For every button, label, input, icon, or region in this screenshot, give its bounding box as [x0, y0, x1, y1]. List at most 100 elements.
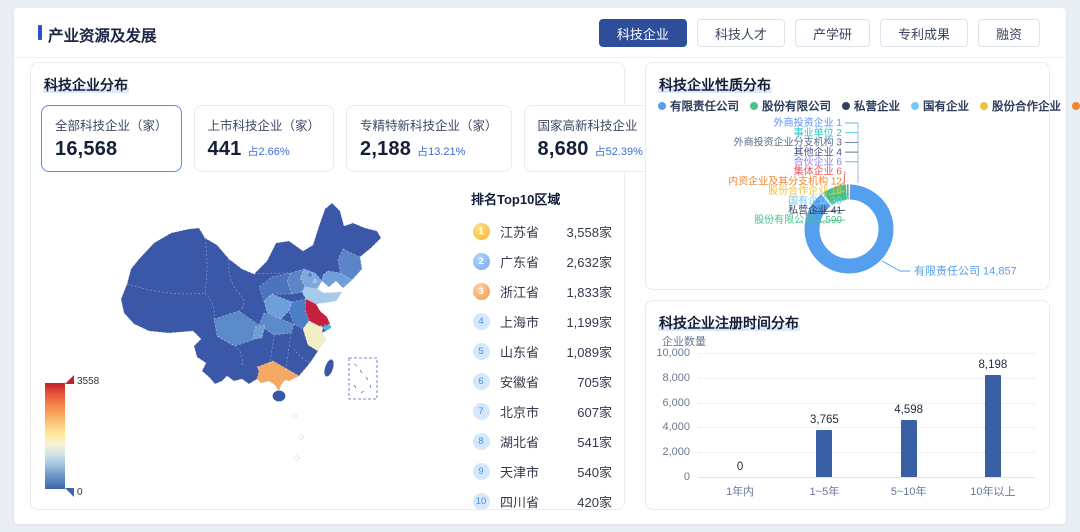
- rank-region-value: 3,558家: [566, 222, 612, 241]
- bar-10年以上: [985, 375, 1001, 477]
- rank-medal-icon: 9: [471, 463, 491, 480]
- x-tick-label-1~5年: 1~5年: [782, 483, 866, 499]
- x-axis-line: [698, 477, 1035, 478]
- y-tick-label: 8,000: [646, 372, 690, 384]
- bar-value-label: 0: [698, 461, 782, 473]
- rank-row-山东省: 5 山东省 1,089家: [471, 336, 612, 366]
- legend-item-有限责任公司[interactable]: 有限责任公司: [658, 98, 739, 114]
- legend-item-内[interactable]: 内: [1072, 98, 1080, 114]
- bar-1~5年: [816, 430, 832, 477]
- tab-专利成果[interactable]: 专利成果: [880, 19, 968, 47]
- rank-region-value: 1,199家: [566, 312, 612, 331]
- rank-medal-icon: 2: [471, 253, 491, 270]
- map-mainland: [121, 203, 381, 391]
- rank-region-value: 607家: [577, 402, 612, 421]
- x-tick-label-5~10年: 5~10年: [867, 483, 951, 499]
- rank-row-天津市: 9 天津市 540家: [471, 456, 612, 486]
- rank-medal-icon: 4: [471, 313, 491, 330]
- donut-label-有限责任公司: 有限责任公司 14,857: [914, 264, 1017, 278]
- rank-row-广东省: 2广东省2,632家: [471, 246, 612, 276]
- rank-row-上海市: 4 上海市 1,199家: [471, 306, 612, 336]
- stat-value: 16,568: [55, 138, 117, 161]
- rank-region-value: 540家: [577, 462, 612, 481]
- bar-5~10年: [901, 420, 917, 477]
- stat-percent: 占52.39%: [595, 143, 643, 159]
- stat-cards: 全部科技企业（家）16,568上市科技企业（家）441占2.66%专精特新科技企…: [41, 105, 614, 172]
- rank-medal-icon: 7: [471, 403, 491, 420]
- rank-region-value: 541家: [577, 432, 612, 451]
- legend-item-私营企业[interactable]: 私营企业: [842, 98, 900, 114]
- stat-value: 441: [208, 138, 242, 161]
- map-island-dots: [292, 414, 303, 460]
- legend-item-国有企业[interactable]: 国有企业: [911, 98, 969, 114]
- scale-max-label: 3558: [77, 376, 99, 387]
- map-region-tianjin: [313, 279, 317, 283]
- legend-dot-icon: [658, 102, 666, 110]
- rank-region-name: 湖北省: [500, 432, 539, 451]
- nature-card: 科技企业性质分布 有限责任公司股份有限公司私营企业国有企业股份合作企业内◀1/3…: [645, 62, 1050, 290]
- donut-label-股份有限公司: 股份有限公司 1,590: [754, 213, 842, 226]
- rank-region-name: 江苏省: [500, 222, 539, 241]
- rank-region-name: 天津市: [500, 462, 539, 481]
- stat-label: 专精特新科技企业（家）: [360, 115, 498, 134]
- rank-region-name: 山东省: [500, 342, 539, 361]
- gridline: [698, 353, 1035, 354]
- stat-percent: 占13.21%: [417, 143, 465, 159]
- distribution-card: 科技企业分布 全部科技企业（家）16,568上市科技企业（家）441占2.66%…: [30, 62, 625, 510]
- legend-item-股份合作企业[interactable]: 股份合作企业: [980, 98, 1061, 114]
- rank-row-江苏省: 1江苏省3,558家: [471, 216, 612, 246]
- tab-产学研[interactable]: 产学研: [795, 19, 870, 47]
- y-tick-label: 4,000: [646, 421, 690, 433]
- rank-row-北京市: 7北京市607家: [471, 396, 612, 426]
- title-accent-bar: [38, 25, 42, 40]
- donut-leader-line: [844, 172, 845, 186]
- stat-card-上市科技企业（家）[interactable]: 上市科技企业（家）441占2.66%: [194, 105, 335, 172]
- tab-融资[interactable]: 融资: [978, 19, 1040, 47]
- rank-region-value: 1,089家: [566, 342, 612, 361]
- registration-card: 科技企业注册时间分布 企业数量 02,0004,0006,0008,00010,…: [645, 300, 1050, 510]
- rank-region-name: 四川省: [500, 492, 539, 511]
- stat-value: 2,188: [360, 138, 411, 161]
- y-tick-label: 10,000: [646, 347, 690, 359]
- tab-科技企业[interactable]: 科技企业: [599, 19, 687, 47]
- rank-medal-icon: 8: [471, 433, 491, 450]
- scale-min-marker: [65, 488, 74, 497]
- legend-dot-icon: [911, 102, 919, 110]
- legend-dot-icon: [1072, 102, 1080, 110]
- rank-region-name: 安徽省: [500, 372, 539, 391]
- page-title: 产业资源及发展: [38, 24, 157, 46]
- nature-donut-svg: 外商投资企业 1事业单位 2外商投资企业分支机构 3其他企业 4合伙企业 6集体…: [656, 113, 1041, 285]
- map-gradient-bar: [45, 383, 65, 489]
- legend-item-股份有限公司[interactable]: 股份有限公司: [750, 98, 831, 114]
- page-header: 产业资源及发展 科技企业科技人才产学研专利成果融资: [14, 8, 1066, 58]
- x-tick-label-1年内: 1年内: [698, 483, 782, 499]
- stat-card-专精特新科技企业（家）[interactable]: 专精特新科技企业（家） 2,188 占13.21%: [346, 105, 512, 172]
- rank-region-value: 2,632家: [566, 252, 612, 271]
- x-tick-label-10年以上: 10年以上: [951, 483, 1035, 499]
- legend-dot-icon: [750, 102, 758, 110]
- rank-region-name: 上海市: [500, 312, 539, 331]
- tab-bar: 科技企业科技人才产学研专利成果融资: [599, 19, 1040, 47]
- rank-row-安徽省: 6安徽省705家: [471, 366, 612, 396]
- stat-card-全部科技企业（家）[interactable]: 全部科技企业（家）16,568: [41, 105, 182, 172]
- rank-medal-icon: 5: [471, 343, 491, 360]
- bar-value-label: 3,765: [782, 414, 866, 426]
- bar-chart: 02,0004,0006,0008,00010,000 01年内3,7651~5…: [646, 301, 1051, 511]
- china-choropleth-map: [109, 181, 461, 487]
- tab-科技人才[interactable]: 科技人才: [697, 19, 785, 47]
- south-china-sea-inset: [349, 358, 377, 399]
- scale-max-marker: [65, 375, 74, 384]
- top10-ranking: 排名Top10区域 1江苏省3,558家2广东省2,632家3浙江省1,833家…: [471, 189, 612, 516]
- map-region-beijing: [308, 273, 313, 278]
- ranking-title: 排名Top10区域: [471, 189, 612, 208]
- rank-medal-icon: 10: [471, 493, 491, 510]
- rank-medal-icon: 6: [471, 373, 491, 390]
- y-tick-label: 0: [646, 471, 690, 483]
- distribution-title: 科技企业分布: [43, 75, 129, 95]
- donut-leader-line: [882, 261, 910, 271]
- y-tick-label: 6,000: [646, 397, 690, 409]
- rank-row-浙江省: 3浙江省1,833家: [471, 276, 612, 306]
- rank-row-湖北省: 8 湖北省 541家: [471, 426, 612, 456]
- map-color-scale: 3558 0: [45, 375, 115, 505]
- bar-value-label: 8,198: [951, 359, 1035, 371]
